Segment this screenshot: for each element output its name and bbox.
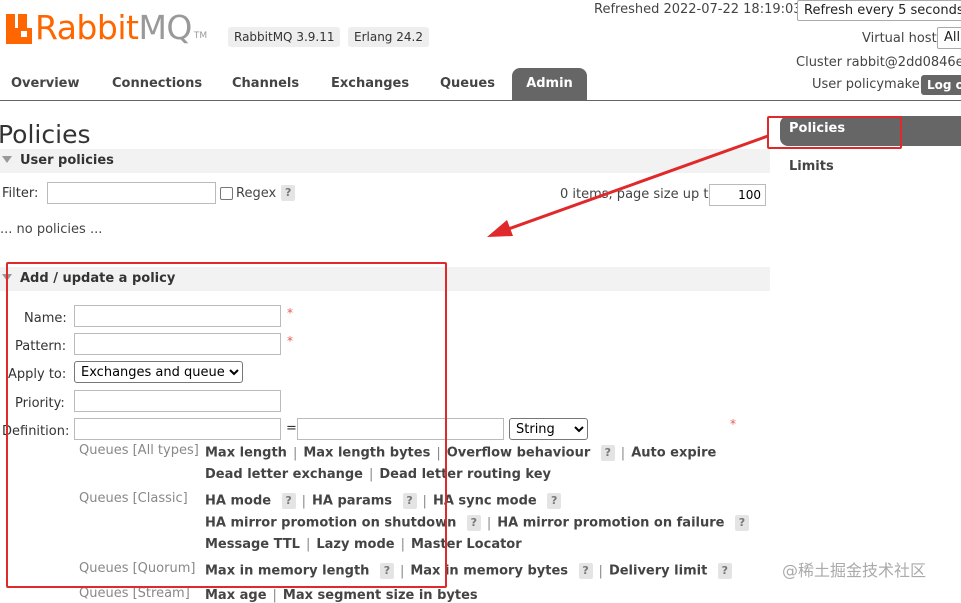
annotation-arrow-icon [487,134,769,237]
watermark: @稀土掘金技术社区 [782,561,927,580]
